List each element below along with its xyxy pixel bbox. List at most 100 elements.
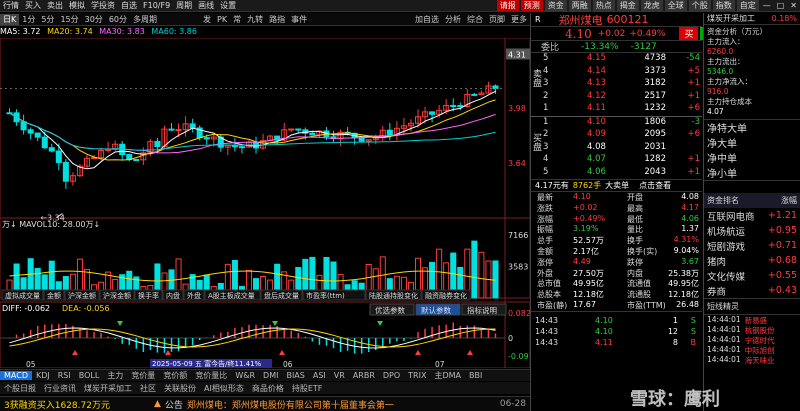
bid-row[interactable]: 3 4.08 2031 bbox=[531, 142, 702, 155]
menu-fund[interactable]: 资金 bbox=[544, 0, 567, 11]
indicator-tab[interactable]: MACD bbox=[0, 371, 32, 380]
bottom-tab[interactable]: 持股ETF bbox=[288, 383, 327, 394]
indicator-tab[interactable]: TRIX bbox=[404, 371, 430, 380]
check-button[interactable]: 点击查看 bbox=[639, 180, 671, 191]
tag-event[interactable]: 事件 bbox=[288, 14, 310, 25]
indicator-tab[interactable]: ASI bbox=[309, 371, 330, 380]
menu-custom[interactable]: 自定 bbox=[736, 0, 759, 11]
candle-body[interactable] bbox=[189, 123, 196, 129]
more-button[interactable]: 更多 bbox=[508, 14, 530, 25]
ask-row[interactable]: 2 4.12 2517 +1 bbox=[531, 91, 702, 104]
rank-row[interactable]: 券商 +0.43 bbox=[704, 283, 800, 298]
bid-row[interactable]: 5 4.06 2043 +1 bbox=[531, 167, 702, 180]
candle-body[interactable] bbox=[27, 129, 34, 134]
candle-body[interactable] bbox=[309, 132, 316, 136]
notice-label[interactable]: 公告 bbox=[165, 398, 183, 411]
tag-chang[interactable]: 常 bbox=[230, 14, 244, 25]
menu-buy[interactable]: 买入 bbox=[22, 0, 44, 11]
bid-row[interactable]: 2 4.09 2095 +6 bbox=[531, 129, 702, 142]
news-row[interactable]: 14:44:01 杭钢股份 bbox=[704, 325, 800, 335]
footer-button[interactable]: 页脚 bbox=[486, 14, 508, 25]
tab-5min[interactable]: 5分 bbox=[38, 14, 57, 25]
indicator-tab[interactable]: BOLL bbox=[75, 371, 104, 380]
indicator-tab[interactable]: 主DMA bbox=[430, 370, 465, 381]
rank-row[interactable]: 机场航运 +0.95 bbox=[704, 223, 800, 238]
bottom-tab[interactable]: 商品价格 bbox=[248, 383, 288, 394]
menu-forecast[interactable]: 预测 bbox=[520, 0, 543, 11]
ask-row[interactable]: 3 4.13 3182 +1 bbox=[531, 78, 702, 91]
indicator-tab[interactable]: DMI bbox=[259, 371, 282, 380]
candle-body[interactable] bbox=[133, 159, 140, 162]
analysis-button[interactable]: 分析 bbox=[442, 14, 464, 25]
tab-1min[interactable]: 1分 bbox=[19, 14, 38, 25]
candle-body[interactable] bbox=[62, 161, 69, 182]
news-row[interactable]: 14:44:01 宁德时代 bbox=[704, 335, 800, 345]
candle-body[interactable] bbox=[457, 105, 464, 108]
bottom-tab[interactable]: 行业资讯 bbox=[40, 383, 80, 394]
menu-draw[interactable]: 画线 bbox=[195, 0, 217, 11]
candle-body[interactable] bbox=[238, 146, 245, 149]
tab-15min[interactable]: 15分 bbox=[57, 14, 81, 25]
tab-30min[interactable]: 30分 bbox=[82, 14, 106, 25]
menu-settings[interactable]: 设置 bbox=[217, 0, 239, 11]
indicator-tab[interactable]: DPO bbox=[379, 371, 404, 380]
menu-report[interactable]: 请报 bbox=[496, 0, 519, 11]
tag-pk[interactable]: PK bbox=[214, 15, 230, 24]
close-icon[interactable]: ✕ bbox=[787, 1, 800, 10]
candle-body[interactable] bbox=[288, 128, 295, 131]
bottom-tab[interactable]: 煤炭开采加工 bbox=[80, 383, 136, 394]
indicator-tab[interactable]: 主力 bbox=[103, 370, 127, 381]
maximize-icon[interactable]: □ bbox=[774, 1, 788, 10]
candle-body[interactable] bbox=[48, 147, 55, 152]
tag-luzhi[interactable]: 路指 bbox=[266, 14, 288, 25]
ask-row[interactable]: 1 4.11 1232 +6 bbox=[531, 103, 702, 116]
candle-body[interactable] bbox=[175, 129, 182, 132]
menu-f10[interactable]: F10/F9 bbox=[140, 1, 173, 10]
bid-row[interactable]: 4 4.07 1282 +1 bbox=[531, 154, 702, 167]
tag-jiuzhuan[interactable]: 九转 bbox=[244, 14, 266, 25]
indicator-tab[interactable]: BBI bbox=[465, 371, 486, 380]
indicator-tab[interactable]: VR bbox=[330, 371, 349, 380]
indicator-tab[interactable]: KDJ bbox=[32, 371, 54, 380]
indicator-tab[interactable]: 竞价量比 bbox=[191, 370, 231, 381]
bottom-tab[interactable]: AI相似形态 bbox=[200, 383, 248, 394]
tag-fa[interactable]: 发 bbox=[200, 14, 214, 25]
candle-body[interactable] bbox=[203, 137, 210, 140]
sector-name[interactable]: 煤炭开采加工 bbox=[707, 13, 755, 24]
candle-body[interactable] bbox=[450, 104, 457, 107]
ask-row[interactable]: 4 4.14 3373 +5 bbox=[531, 66, 702, 79]
bottom-tab[interactable]: 个股日报 bbox=[0, 383, 40, 394]
rank-row[interactable]: 短剧游戏 +0.71 bbox=[704, 238, 800, 253]
indicator-tab[interactable]: ARBR bbox=[349, 371, 379, 380]
menu-quote[interactable]: 行情 bbox=[0, 0, 22, 11]
candle-body[interactable] bbox=[429, 111, 436, 115]
menu-margin[interactable]: 两融 bbox=[568, 0, 591, 11]
indicator-tab[interactable]: BIAS bbox=[282, 371, 308, 380]
candle-body[interactable] bbox=[55, 150, 62, 163]
menu-watchlist[interactable]: 自选 bbox=[118, 0, 140, 11]
bottom-tab[interactable]: 社区 bbox=[136, 383, 160, 394]
tab-daily-k[interactable]: 日K bbox=[0, 13, 20, 25]
menu-learn[interactable]: 学投资 bbox=[88, 0, 118, 11]
bottom-tab[interactable]: 关联股份 bbox=[160, 383, 200, 394]
kline-chart[interactable]: ←3.344.313.983.64万↓ MAVOL10: 28.00万↓7166… bbox=[0, 38, 530, 368]
add-watch-button[interactable]: 加自选 bbox=[412, 14, 442, 25]
candle-body[interactable] bbox=[168, 128, 175, 131]
buy-button[interactable]: 买 bbox=[679, 27, 699, 40]
indicator-tab[interactable]: RSI bbox=[54, 371, 75, 380]
bid-row[interactable]: 1 4.10 1806 -3 bbox=[531, 117, 702, 130]
menu-period[interactable]: 周期 bbox=[173, 0, 195, 11]
news-row[interactable]: 14:44:01 中际旭创 bbox=[704, 345, 800, 355]
indicator-tab[interactable]: 竞价量 bbox=[127, 370, 159, 381]
news-row[interactable]: 14:44:01 海天味业 bbox=[704, 355, 800, 365]
candle-body[interactable] bbox=[20, 121, 27, 131]
menu-index[interactable]: 指数 bbox=[712, 0, 735, 11]
menu-stock[interactable]: 个股 bbox=[688, 0, 711, 11]
menu-dragon[interactable]: 龙虎 bbox=[640, 0, 663, 11]
menu-gold[interactable]: 揭金 bbox=[616, 0, 639, 11]
candle-body[interactable] bbox=[154, 140, 161, 148]
candle-body[interactable] bbox=[471, 93, 478, 96]
candle-body[interactable] bbox=[295, 128, 302, 131]
composite-button[interactable]: 综合 bbox=[464, 14, 486, 25]
tab-60min[interactable]: 60分 bbox=[106, 14, 130, 25]
